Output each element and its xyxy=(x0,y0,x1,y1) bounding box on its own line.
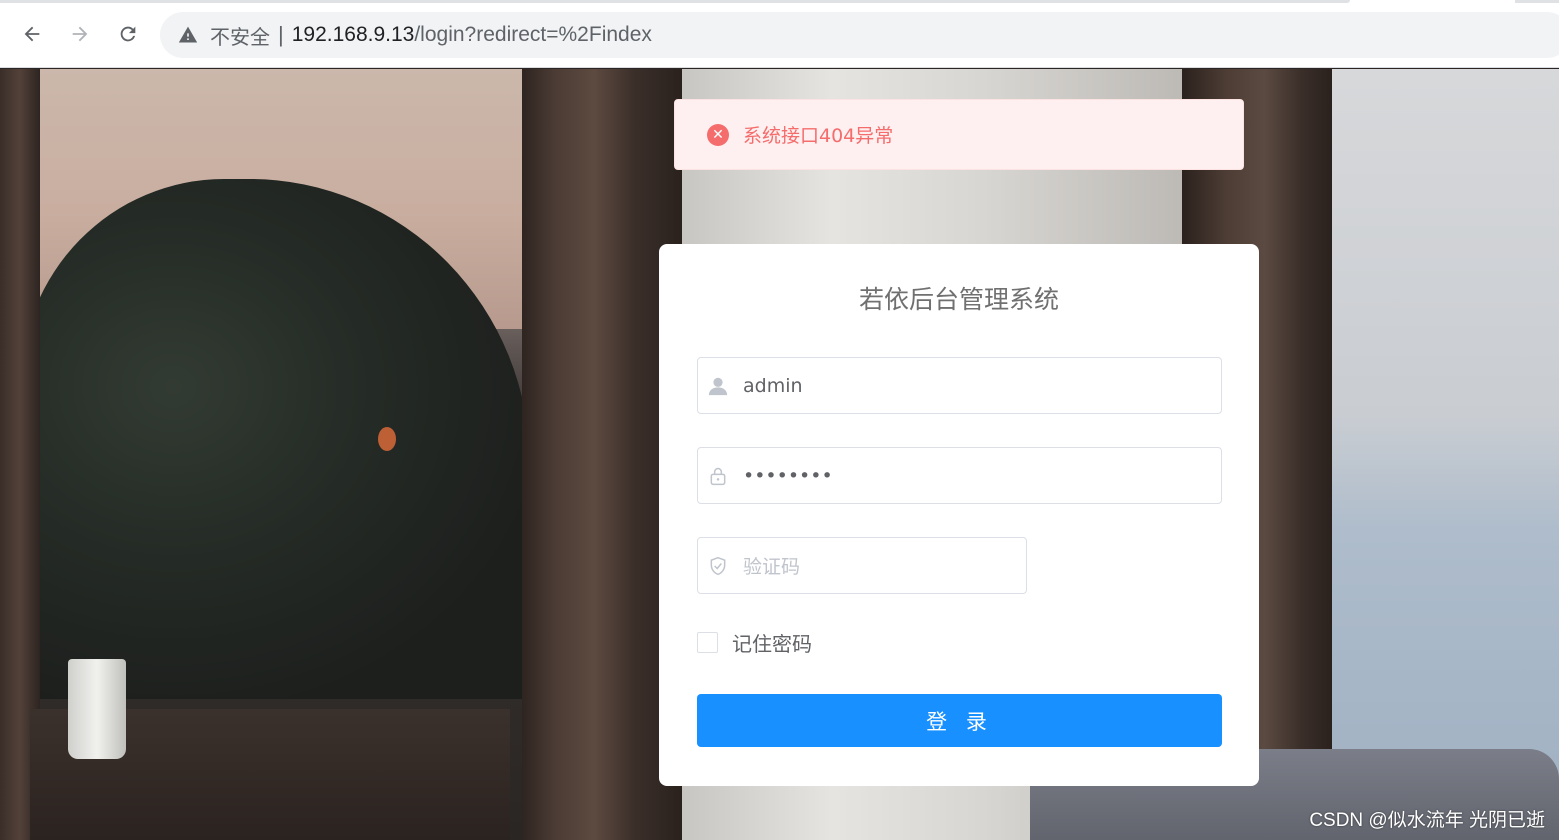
error-circle-icon: ✕ xyxy=(707,123,729,146)
reload-icon xyxy=(120,26,136,42)
arrow-right-icon xyxy=(72,26,88,42)
remember-password-label: 记住密码 xyxy=(732,632,812,656)
background-lamp xyxy=(378,427,396,451)
login-button[interactable]: 登 录 xyxy=(697,694,1222,747)
checkbox-box[interactable] xyxy=(697,632,718,653)
background-wall xyxy=(1332,69,1559,840)
error-message-text: 系统接口404异常 xyxy=(743,125,894,147)
watermark: CSDN @似水流年 光阴已逝 xyxy=(1309,810,1545,831)
shield-check-icon xyxy=(707,555,729,577)
url-separator: | xyxy=(278,22,284,47)
background-wood-post xyxy=(522,69,682,840)
password-input[interactable]: •••••••• xyxy=(697,447,1222,504)
forward-button[interactable] xyxy=(66,20,94,48)
error-message: ✕ 系统接口404异常 xyxy=(674,99,1244,170)
browser-toolbar: 不安全 | 192.168.9.13 /login?redirect=%2Fin… xyxy=(0,0,1559,68)
insecure-label: 不安全 xyxy=(210,26,270,49)
reload-button[interactable] xyxy=(114,20,142,48)
captcha-placeholder: 验证码 xyxy=(743,556,801,578)
url-host: 192.168.9.13 xyxy=(291,23,415,46)
lock-icon xyxy=(707,465,729,487)
login-title: 若依后台管理系统 xyxy=(858,285,1059,314)
user-icon xyxy=(707,375,729,397)
tab-strip-edge-right xyxy=(1515,0,1559,3)
tab-strip-edge xyxy=(0,0,1350,3)
username-value: admin xyxy=(743,374,803,397)
address-bar[interactable]: 不安全 | 192.168.9.13 /login?redirect=%2Fin… xyxy=(160,12,1559,58)
arrow-left-icon xyxy=(24,26,40,42)
back-button[interactable] xyxy=(18,20,46,48)
warning-icon[interactable] xyxy=(178,25,198,45)
url-path: /login?redirect=%2Findex xyxy=(414,23,652,46)
login-card: 若依后台管理系统 admin •••••••• 验证码 记住密码 登 录 xyxy=(659,244,1259,786)
username-input[interactable]: admin xyxy=(697,357,1222,414)
password-value: •••••••• xyxy=(743,464,833,487)
remember-password-checkbox[interactable]: 记住密码 xyxy=(697,628,812,657)
captcha-input[interactable]: 验证码 xyxy=(697,537,1027,594)
background-cup xyxy=(68,659,126,759)
